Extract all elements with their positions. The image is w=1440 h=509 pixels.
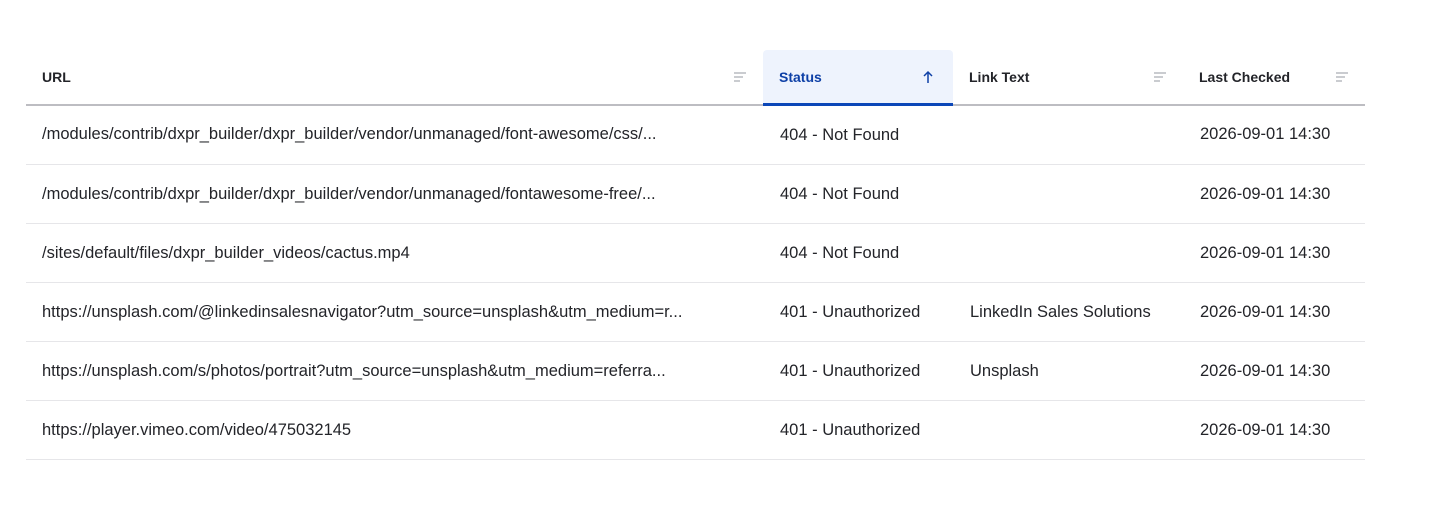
url-cell: /sites/default/files/dxpr_builder_videos… [26,223,763,283]
status-cell: 401 - Unauthorized [763,341,953,401]
status-cell: 401 - Unauthorized [763,282,953,342]
column-header-label: Last Checked [1199,68,1291,85]
link-text-cell [953,104,1183,165]
status-cell: 404 - Not Found [763,104,953,165]
table-row: /sites/default/files/dxpr_builder_videos… [26,223,1365,283]
link-text-cell: Unsplash [953,341,1183,401]
column-header-status[interactable]: Status [763,50,953,106]
table-row: https://unsplash.com/s/photos/portrait?u… [26,341,1365,401]
column-header-label: Link Text [969,68,1030,85]
table-row: https://unsplash.com/@linkedinsalesnavig… [26,282,1365,342]
filter-lines-icon[interactable] [1153,70,1167,84]
last-checked-cell: 2026-09-01 14:30 [1183,282,1365,342]
column-header-label: URL [42,68,71,85]
url-cell: https://unsplash.com/s/photos/portrait?u… [26,341,763,401]
url-cell: /modules/contrib/dxpr_builder/dxpr_build… [26,104,763,165]
column-header-last-checked[interactable]: Last Checked [1183,50,1365,106]
broken-links-table: URL Status Link Text Last Checked /modul… [26,50,1365,460]
link-text-cell [953,223,1183,283]
link-text-cell [953,164,1183,224]
table-row: /modules/contrib/dxpr_builder/dxpr_build… [26,164,1365,224]
url-cell: https://player.vimeo.com/video/475032145 [26,400,763,460]
column-header-label: Status [779,68,822,85]
filter-lines-icon[interactable] [1335,70,1349,84]
filter-lines-icon[interactable] [733,70,747,84]
broken-links-table-container: URL Status Link Text Last Checked /modul… [26,50,1365,460]
arrow-up-icon[interactable] [921,70,935,84]
url-cell: /modules/contrib/dxpr_builder/dxpr_build… [26,164,763,224]
last-checked-cell: 2026-09-01 14:30 [1183,400,1365,460]
last-checked-cell: 2026-09-01 14:30 [1183,164,1365,224]
column-header-url[interactable]: URL [26,50,763,106]
table-row: /modules/contrib/dxpr_builder/dxpr_build… [26,104,1365,165]
last-checked-cell: 2026-09-01 14:30 [1183,341,1365,401]
url-cell: https://unsplash.com/@linkedinsalesnavig… [26,282,763,342]
table-body: /modules/contrib/dxpr_builder/dxpr_build… [26,104,1365,460]
status-cell: 404 - Not Found [763,164,953,224]
status-cell: 401 - Unauthorized [763,400,953,460]
header-row: URL Status Link Text Last Checked [26,50,1365,106]
column-header-link-text[interactable]: Link Text [953,50,1183,106]
status-cell: 404 - Not Found [763,223,953,283]
last-checked-cell: 2026-09-01 14:30 [1183,223,1365,283]
link-text-cell [953,400,1183,460]
link-text-cell: LinkedIn Sales Solutions [953,282,1183,342]
table-row: https://player.vimeo.com/video/475032145… [26,400,1365,460]
last-checked-cell: 2026-09-01 14:30 [1183,104,1365,165]
table-header: URL Status Link Text Last Checked [26,50,1365,106]
